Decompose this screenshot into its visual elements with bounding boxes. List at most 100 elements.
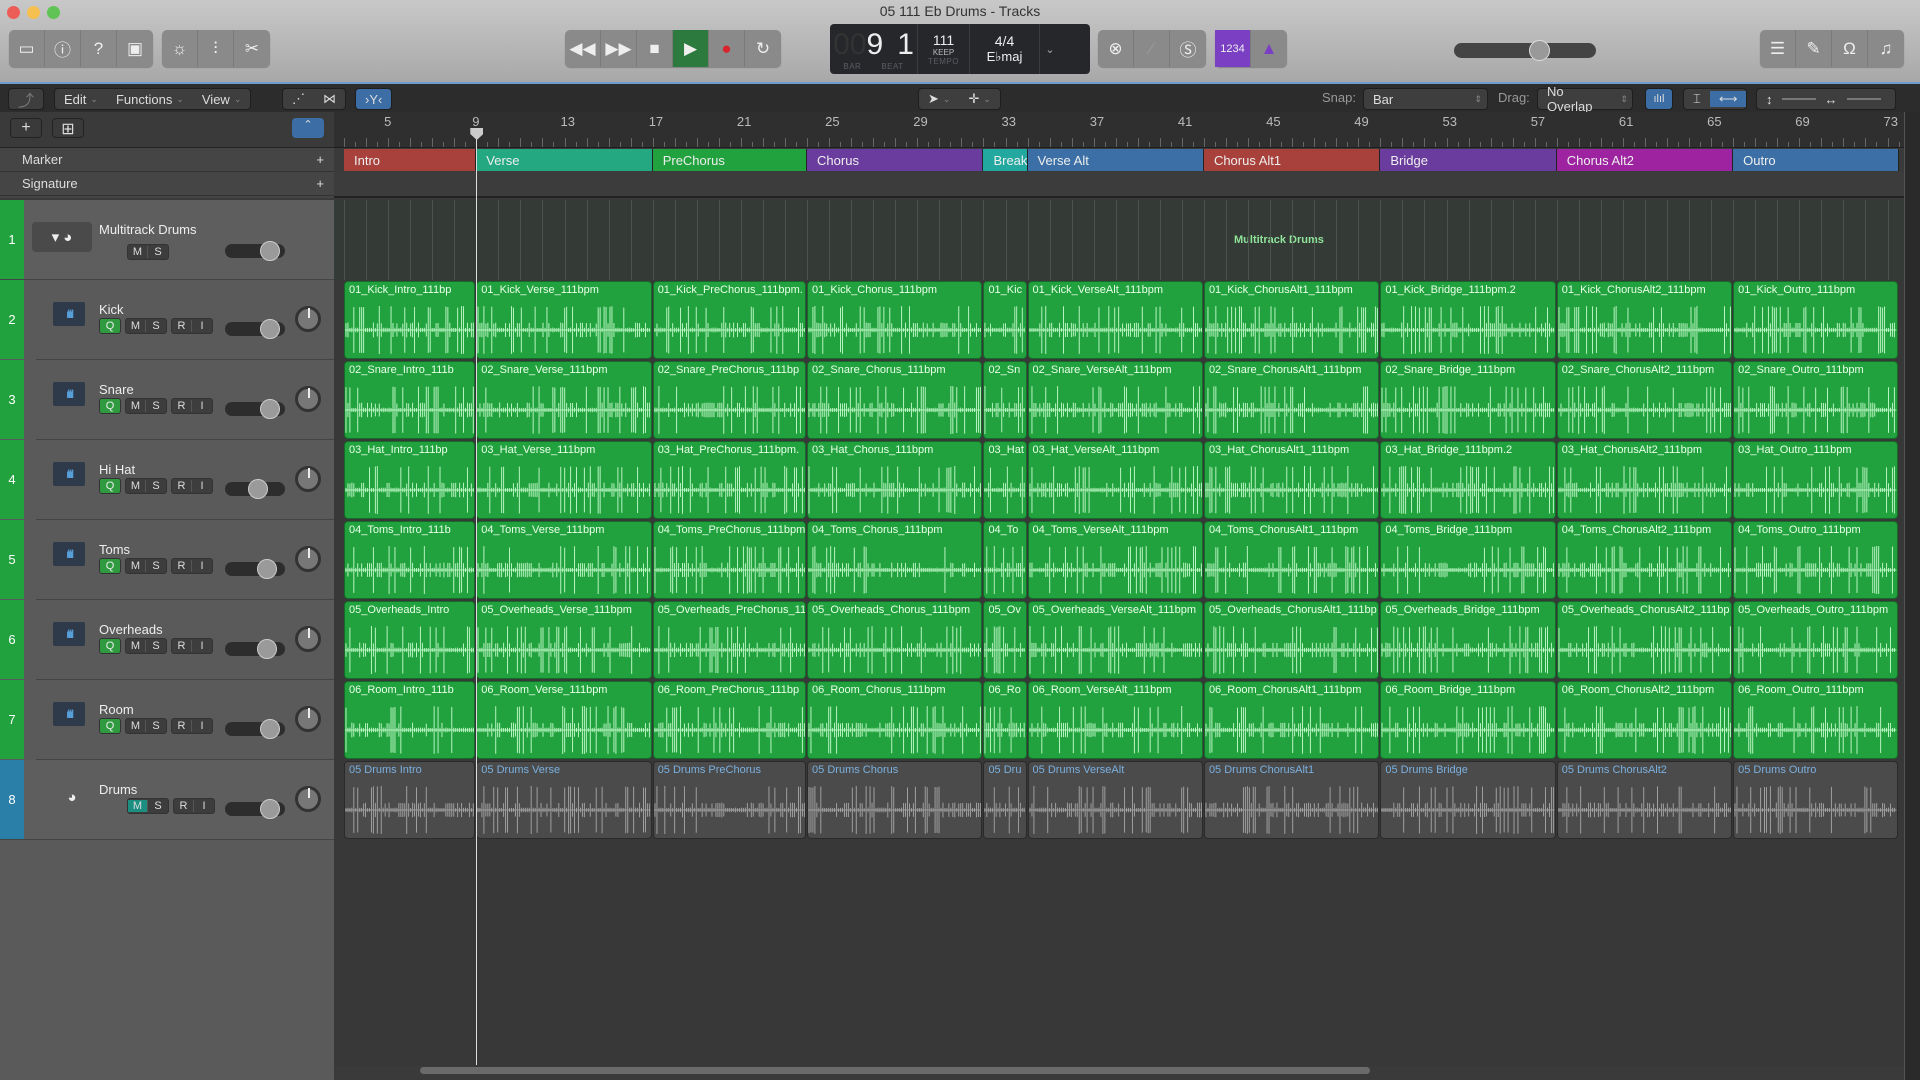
audio-region[interactable]: 06_Room_ChorusAlt1_111bpm (1203, 681, 1380, 759)
lcd-display[interactable]: 00 9 1 BAR BEAT 111 KEEP TEMPO 4/4 E♭maj ⌄ (830, 24, 1090, 74)
volume-fader[interactable] (225, 241, 285, 261)
quantize-lock-button[interactable]: Q (99, 318, 121, 334)
volume-fader-knob[interactable] (257, 559, 277, 579)
pan-knob[interactable] (295, 786, 321, 812)
mute-solo-buttons-s[interactable]: S (146, 480, 166, 492)
audio-region[interactable]: 03_Hat_Chorus_111bpm (807, 441, 983, 519)
volume-fader[interactable] (225, 639, 285, 659)
horizontal-zoom-slider[interactable] (1846, 98, 1881, 100)
signature-global-track[interactable]: Signature + (0, 172, 334, 196)
audio-region[interactable]: 06_Room_Chorus_111bpm (807, 681, 983, 759)
quantize-lock-button[interactable]: Q (99, 718, 121, 734)
list-editors-icon[interactable]: ☰ (1760, 30, 1796, 67)
audio-region[interactable]: 03_Hat_VerseAlt_111bpm (1027, 441, 1203, 519)
audio-region[interactable]: 04_Toms_Outro_111bpm (1733, 521, 1898, 599)
volume-fader-knob[interactable] (260, 319, 280, 339)
quantize-lock-button[interactable]: Q (99, 558, 121, 574)
audio-waveform-icon[interactable]: ılılıl (53, 302, 85, 326)
quick-help-icon[interactable]: ? (81, 30, 117, 67)
record-input-buttons-i[interactable]: I (192, 480, 212, 492)
record-input-buttons[interactable]: RI (171, 398, 213, 414)
mute-solo-buttons-m[interactable]: M (128, 246, 148, 258)
record-input-buttons-i[interactable]: I (192, 320, 212, 332)
audio-waveform-icon[interactable]: ılılıl (53, 382, 85, 406)
mute-solo-buttons-m[interactable]: M (126, 480, 146, 492)
audio-region[interactable]: 02_Snare_ChorusAlt1_111bpm (1203, 361, 1380, 439)
audio-region[interactable]: 02_Snare_PreChorus_111bp (652, 361, 807, 439)
record-input-buttons-r[interactable]: R (172, 720, 192, 732)
record-input-buttons-i[interactable]: I (194, 800, 214, 812)
vertical-fit-icon[interactable]: ⌶ (1684, 91, 1710, 107)
functions-menu[interactable]: Functions ⌄ (107, 92, 193, 107)
audio-region[interactable]: 05 Drums ChorusAlt1 (1203, 761, 1380, 839)
track-name[interactable]: Room (99, 702, 134, 717)
record-icon[interactable]: ● (709, 30, 745, 67)
toolbar-toggle-icon[interactable]: ▣ (117, 30, 153, 67)
tempo-display[interactable]: 111 KEEP TEMPO (918, 24, 970, 74)
library-icon[interactable]: ▭ (9, 30, 45, 67)
mute-solo-buttons-s[interactable]: S (146, 400, 166, 412)
audio-region[interactable]: 01_Kick_Intro_111bp (344, 281, 476, 359)
mute-solo-buttons-m[interactable]: M (126, 720, 146, 732)
secondary-tool-icon[interactable]: ✛ ⌄ (959, 91, 999, 107)
mute-solo-buttons[interactable]: MS (125, 638, 167, 654)
drag-select[interactable]: No Overlap ⇕ (1537, 84, 1633, 114)
audio-region[interactable]: 05_Overheads_Chorus_111bpm (807, 601, 983, 679)
add-track-button[interactable]: + (10, 118, 42, 138)
audio-region[interactable]: 02_Snare_VerseAlt_111bpm (1027, 361, 1203, 439)
record-input-buttons-i[interactable]: I (192, 560, 212, 572)
audio-region[interactable]: 06_Room_ChorusAlt2_111bpm (1556, 681, 1733, 759)
audio-region[interactable]: 04_Toms_VerseAlt_111bpm (1027, 521, 1203, 599)
quantize-lock-button-q[interactable]: Q (100, 480, 120, 492)
audio-region[interactable]: 03_Hat_ChorusAlt1_111bpm (1203, 441, 1380, 519)
add-signature-icon[interactable]: + (316, 176, 324, 191)
volume-fader[interactable] (225, 399, 285, 419)
audio-region[interactable]: 01_Kick_Verse_111bpm (476, 281, 652, 359)
mute-solo-buttons[interactable]: MS (125, 318, 167, 334)
record-input-buttons-i[interactable]: I (192, 400, 212, 412)
mixer-icon[interactable]: ⫶ (198, 30, 234, 67)
audio-region[interactable]: 05 Drums ChorusAlt2 (1556, 761, 1733, 839)
track-name[interactable]: Kick (99, 302, 124, 317)
marker-verse[interactable]: Verse (476, 149, 653, 171)
mute-solo-buttons-m[interactable]: M (126, 560, 146, 572)
position-display[interactable]: 00 9 1 BAR BEAT (830, 24, 918, 74)
audio-waveform-icon[interactable]: ılılıl (53, 462, 85, 486)
audio-region[interactable]: 01_Kick_PreChorus_111bpm. (652, 281, 807, 359)
volume-fader-knob[interactable] (248, 479, 268, 499)
track-header-snare[interactable]: 3 Snare Q M S R Iılılıl (0, 360, 334, 440)
marker-bridge[interactable]: Bridge (1380, 149, 1557, 171)
replace-icon[interactable]: ⊗ (1098, 30, 1134, 67)
fast-forward-icon[interactable]: ▶▶ (601, 30, 637, 67)
volume-fader[interactable] (225, 559, 285, 579)
mute-solo-buttons[interactable]: MS (127, 798, 169, 814)
mute-solo-buttons-m[interactable]: M (126, 640, 146, 652)
pan-knob[interactable] (295, 626, 321, 652)
add-marker-icon[interactable]: + (316, 152, 324, 167)
volume-fader[interactable] (225, 799, 285, 819)
quantize-lock-button-q[interactable]: Q (100, 320, 120, 332)
smart-controls-icon[interactable]: ☼ (162, 30, 198, 67)
record-input-buttons[interactable]: RI (171, 318, 213, 334)
mute-solo-buttons[interactable]: MS (125, 478, 167, 494)
master-volume-knob[interactable] (1529, 40, 1551, 61)
quantize-lock-button-q[interactable]: Q (100, 560, 120, 572)
view-menu[interactable]: View ⌄ (193, 92, 251, 107)
quantize-lock-button[interactable]: Q (99, 638, 121, 654)
mute-solo-buttons[interactable]: MS (125, 718, 167, 734)
record-input-buttons-r[interactable]: R (172, 560, 192, 572)
audio-region[interactable]: 04_Toms_ChorusAlt1_111bpm (1203, 521, 1380, 599)
cycle-icon[interactable]: ↻ (745, 30, 781, 67)
audio-region[interactable]: 05 Dru (983, 761, 1027, 839)
audio-region[interactable]: 04_To (983, 521, 1027, 599)
record-input-buttons-i[interactable]: I (192, 720, 212, 732)
volume-fader-knob[interactable] (260, 399, 280, 419)
mute-solo-buttons-s[interactable]: S (146, 640, 166, 652)
rewind-icon[interactable]: ◀◀ (565, 30, 601, 67)
audio-region[interactable]: 02_Snare_Intro_111b (344, 361, 476, 439)
audio-region[interactable]: 03_Hat_Verse_111bpm (476, 441, 652, 519)
pan-knob[interactable] (295, 706, 321, 732)
record-input-buttons-r[interactable]: R (172, 320, 192, 332)
audio-waveform-icon[interactable]: ılılıl (53, 622, 85, 646)
global-tracks-button[interactable]: ⌃ (292, 118, 324, 138)
